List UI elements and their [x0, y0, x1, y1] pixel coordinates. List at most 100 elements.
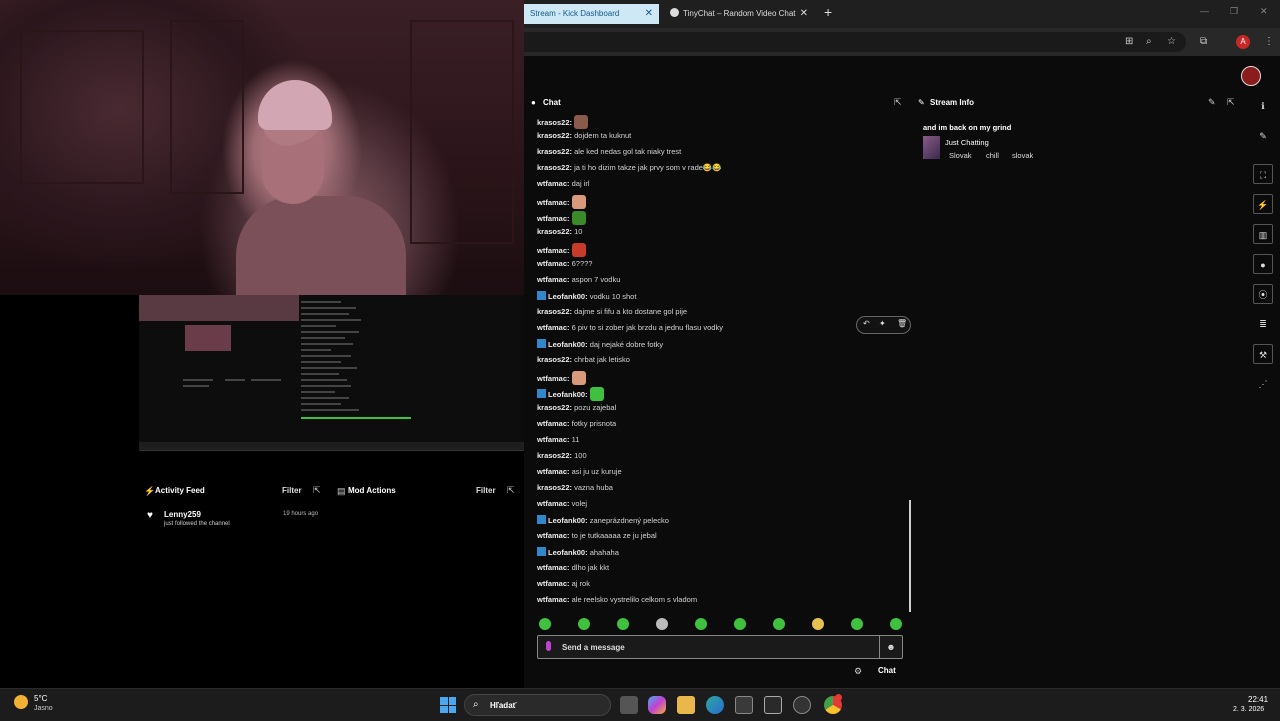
- reply-icon[interactable]: ↶: [863, 319, 870, 328]
- chat-username[interactable]: wtfamac: [537, 419, 567, 428]
- chat-username[interactable]: krasos22: [537, 451, 570, 460]
- minimize-button[interactable]: —: [1200, 6, 1209, 16]
- chat-username[interactable]: wtfamac: [537, 531, 567, 540]
- weather-icon[interactable]: [14, 695, 28, 709]
- translate-icon[interactable]: ⊞: [1125, 36, 1133, 47]
- pin-icon[interactable]: ✦: [879, 319, 886, 328]
- chat-username[interactable]: krasos22: [537, 307, 570, 316]
- chat-username[interactable]: krasos22: [537, 147, 570, 156]
- chat-username[interactable]: wtfamac: [537, 246, 567, 255]
- chat-username[interactable]: Leofank00: [548, 548, 585, 557]
- zoom-icon[interactable]: ⌕: [1146, 36, 1152, 47]
- lightning-icon[interactable]: ⚡: [1253, 194, 1273, 214]
- chat-username[interactable]: krasos22: [537, 118, 570, 127]
- emote-icon[interactable]: [571, 371, 586, 385]
- chat-username[interactable]: krasos22: [537, 355, 570, 364]
- chat-bubble-icon[interactable]: ●: [1253, 254, 1273, 274]
- share-icon[interactable]: ⋰: [1253, 374, 1273, 394]
- broadcast-icon[interactable]: ⦿: [1253, 284, 1273, 304]
- quick-emote-icon[interactable]: [773, 618, 785, 630]
- category-name[interactable]: Just Chatting: [945, 138, 989, 147]
- chat-username[interactable]: krasos22: [537, 483, 570, 492]
- menu-kebab-icon[interactable]: ⋮: [1264, 36, 1274, 47]
- emote-icon[interactable]: [571, 243, 586, 257]
- store-icon[interactable]: [735, 696, 753, 714]
- quick-emote-icon[interactable]: [812, 618, 824, 630]
- chat-username[interactable]: wtfamac: [537, 323, 567, 332]
- mod-actions-filter-button[interactable]: Filter: [476, 486, 496, 495]
- address-field[interactable]: ⊞ ⌕ ☆: [524, 32, 1186, 52]
- taskbar-search[interactable]: ⌕ Hľadať: [464, 694, 611, 716]
- quick-emote-icon[interactable]: [851, 618, 863, 630]
- new-tab-button[interactable]: +: [824, 4, 832, 20]
- activity-feed-filter-button[interactable]: Filter: [282, 486, 302, 495]
- activity-user[interactable]: Lenny259: [164, 510, 201, 519]
- edge-icon[interactable]: [706, 696, 724, 714]
- document-icon[interactable]: ▥: [1253, 224, 1273, 244]
- quick-emote-icon[interactable]: [695, 618, 707, 630]
- tab-tinychat[interactable]: TinyChat – Random Video Chat ✕: [664, 4, 814, 24]
- chat-username[interactable]: Leofank00: [548, 340, 585, 349]
- close-window-button[interactable]: ✕: [1260, 6, 1268, 17]
- quick-emote-icon[interactable]: [734, 618, 746, 630]
- quick-emote-icon[interactable]: [617, 618, 629, 630]
- chat-username[interactable]: wtfamac: [537, 275, 567, 284]
- stream-info-popout-icon[interactable]: ⇱: [1227, 97, 1235, 108]
- chat-username[interactable]: Leofank00: [548, 390, 585, 399]
- tag[interactable]: Slovak: [949, 151, 972, 160]
- chat-username[interactable]: krasos22: [537, 163, 570, 172]
- emote-icon[interactable]: [589, 387, 604, 401]
- quick-emote-icon[interactable]: [578, 618, 590, 630]
- profile-avatar[interactable]: A: [1236, 35, 1250, 49]
- chat-username[interactable]: wtfamac: [537, 563, 567, 572]
- chat-username[interactable]: wtfamac: [537, 374, 567, 383]
- chat-username[interactable]: Leofank00: [548, 516, 585, 525]
- file-explorer-icon[interactable]: [677, 696, 695, 714]
- chat-username[interactable]: wtfamac: [537, 595, 567, 604]
- chat-username[interactable]: wtfamac: [537, 259, 567, 268]
- chat-username[interactable]: wtfamac: [537, 499, 567, 508]
- wrench-icon[interactable]: ⚒: [1253, 344, 1273, 364]
- chat-username[interactable]: krasos22: [537, 131, 570, 140]
- extensions-icon[interactable]: ⧉: [1200, 36, 1207, 47]
- chat-send-button[interactable]: Chat: [878, 666, 896, 675]
- emote-icon[interactable]: [571, 211, 586, 225]
- chat-username[interactable]: wtfamac: [537, 198, 567, 207]
- chat-username[interactable]: wtfamac: [537, 467, 567, 476]
- popout-icon[interactable]: ⇱: [313, 485, 321, 496]
- pencil-icon[interactable]: ✎: [1253, 126, 1273, 146]
- chat-scrollbar[interactable]: [909, 500, 911, 612]
- tab-kick-dashboard[interactable]: Stream - Kick Dashboard ✕: [524, 4, 659, 24]
- bookmark-star-icon[interactable]: ☆: [1167, 36, 1176, 47]
- quick-emote-icon[interactable]: [656, 618, 668, 630]
- fullscreen-icon[interactable]: ⛶: [1253, 164, 1273, 184]
- task-view-icon[interactable]: [620, 696, 638, 714]
- emoji-picker-icon[interactable]: ☻: [879, 636, 902, 658]
- chat-username[interactable]: krasos22: [537, 403, 570, 412]
- tag[interactable]: chill: [986, 151, 999, 160]
- chat-popout-icon[interactable]: ⇱: [894, 97, 902, 108]
- windows-start-icon[interactable]: [440, 697, 456, 713]
- info-icon[interactable]: ℹ: [1253, 96, 1273, 116]
- tag[interactable]: slovak: [1012, 151, 1033, 160]
- edit-pencil-icon[interactable]: ✎: [1208, 97, 1216, 108]
- chat-username[interactable]: wtfamac: [537, 214, 567, 223]
- copilot-icon[interactable]: [648, 696, 666, 714]
- app-icon[interactable]: [764, 696, 782, 714]
- chat-username[interactable]: wtfamac: [537, 179, 567, 188]
- chat-username[interactable]: wtfamac: [537, 435, 567, 444]
- stack-icon[interactable]: ≣: [1253, 314, 1273, 334]
- chat-username[interactable]: Leofank00: [548, 292, 585, 301]
- popout-icon[interactable]: ⇱: [507, 485, 515, 496]
- obs-icon[interactable]: [793, 696, 811, 714]
- chat-username[interactable]: krasos22: [537, 227, 570, 236]
- close-tab-icon[interactable]: ✕: [800, 4, 808, 24]
- close-tab-icon[interactable]: ✕: [645, 4, 653, 24]
- chat-input[interactable]: [560, 638, 882, 656]
- maximize-button[interactable]: ❐: [1230, 6, 1238, 17]
- quick-emote-icon[interactable]: [890, 618, 902, 630]
- delete-icon[interactable]: 🗑: [897, 319, 907, 328]
- chat-settings-gear-icon[interactable]: ⚙: [854, 666, 862, 677]
- quick-emote-icon[interactable]: [539, 618, 551, 630]
- chat-username[interactable]: wtfamac: [537, 579, 567, 588]
